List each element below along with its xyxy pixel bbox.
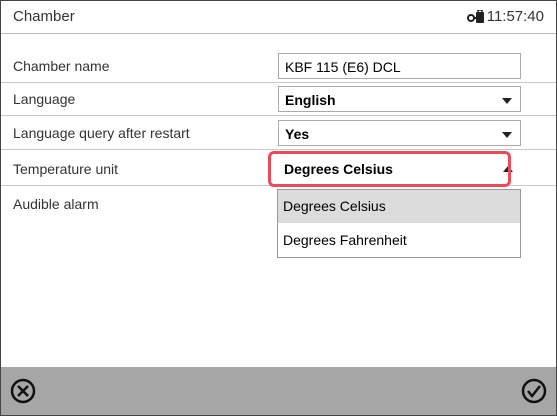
language-query-label: Language query after restart bbox=[13, 125, 190, 141]
chevron-down-icon bbox=[502, 132, 512, 138]
option-label: Degrees Fahrenheit bbox=[283, 232, 407, 248]
footer-bar bbox=[1, 367, 556, 415]
row-language-query: Language query after restart Yes bbox=[1, 118, 556, 150]
language-query-value: Yes bbox=[285, 126, 310, 142]
row-chamber-name: Chamber name KBF 115 (E6) DCL bbox=[1, 51, 556, 83]
row-language: Language English bbox=[1, 84, 556, 116]
chevron-down-icon bbox=[502, 98, 512, 104]
selection-highlight bbox=[268, 151, 511, 187]
clock-time: 11:57:40 bbox=[486, 8, 544, 25]
language-value: English bbox=[285, 92, 336, 108]
chamber-name-value: KBF 115 (E6) DCL bbox=[285, 59, 401, 75]
language-select[interactable]: English bbox=[278, 86, 521, 112]
chamber-name-field[interactable]: KBF 115 (E6) DCL bbox=[278, 53, 521, 79]
title-bar: Chamber 11:57:40 bbox=[1, 1, 556, 34]
option-label: Degrees Celsius bbox=[283, 198, 386, 214]
audible-alarm-label: Audible alarm bbox=[13, 196, 99, 212]
temperature-unit-label: Temperature unit bbox=[13, 161, 119, 177]
key-lock-icon bbox=[466, 9, 484, 23]
page-title: Chamber bbox=[13, 8, 75, 25]
temperature-unit-dropdown: Degrees Celsius Degrees Fahrenheit bbox=[277, 189, 521, 258]
status-clock: 11:57:40 bbox=[466, 8, 544, 25]
language-query-select[interactable]: Yes bbox=[278, 120, 521, 146]
language-label: Language bbox=[13, 91, 76, 107]
chamber-settings-screen: Chamber 11:57:40 Chamber name KBF 115 (E… bbox=[0, 0, 557, 416]
checkmark-icon[interactable] bbox=[520, 377, 548, 405]
cancel-icon[interactable] bbox=[9, 377, 37, 405]
option-degrees-fahrenheit[interactable]: Degrees Fahrenheit bbox=[278, 224, 520, 257]
chamber-name-label: Chamber name bbox=[13, 58, 110, 74]
option-degrees-celsius[interactable]: Degrees Celsius bbox=[278, 190, 520, 223]
